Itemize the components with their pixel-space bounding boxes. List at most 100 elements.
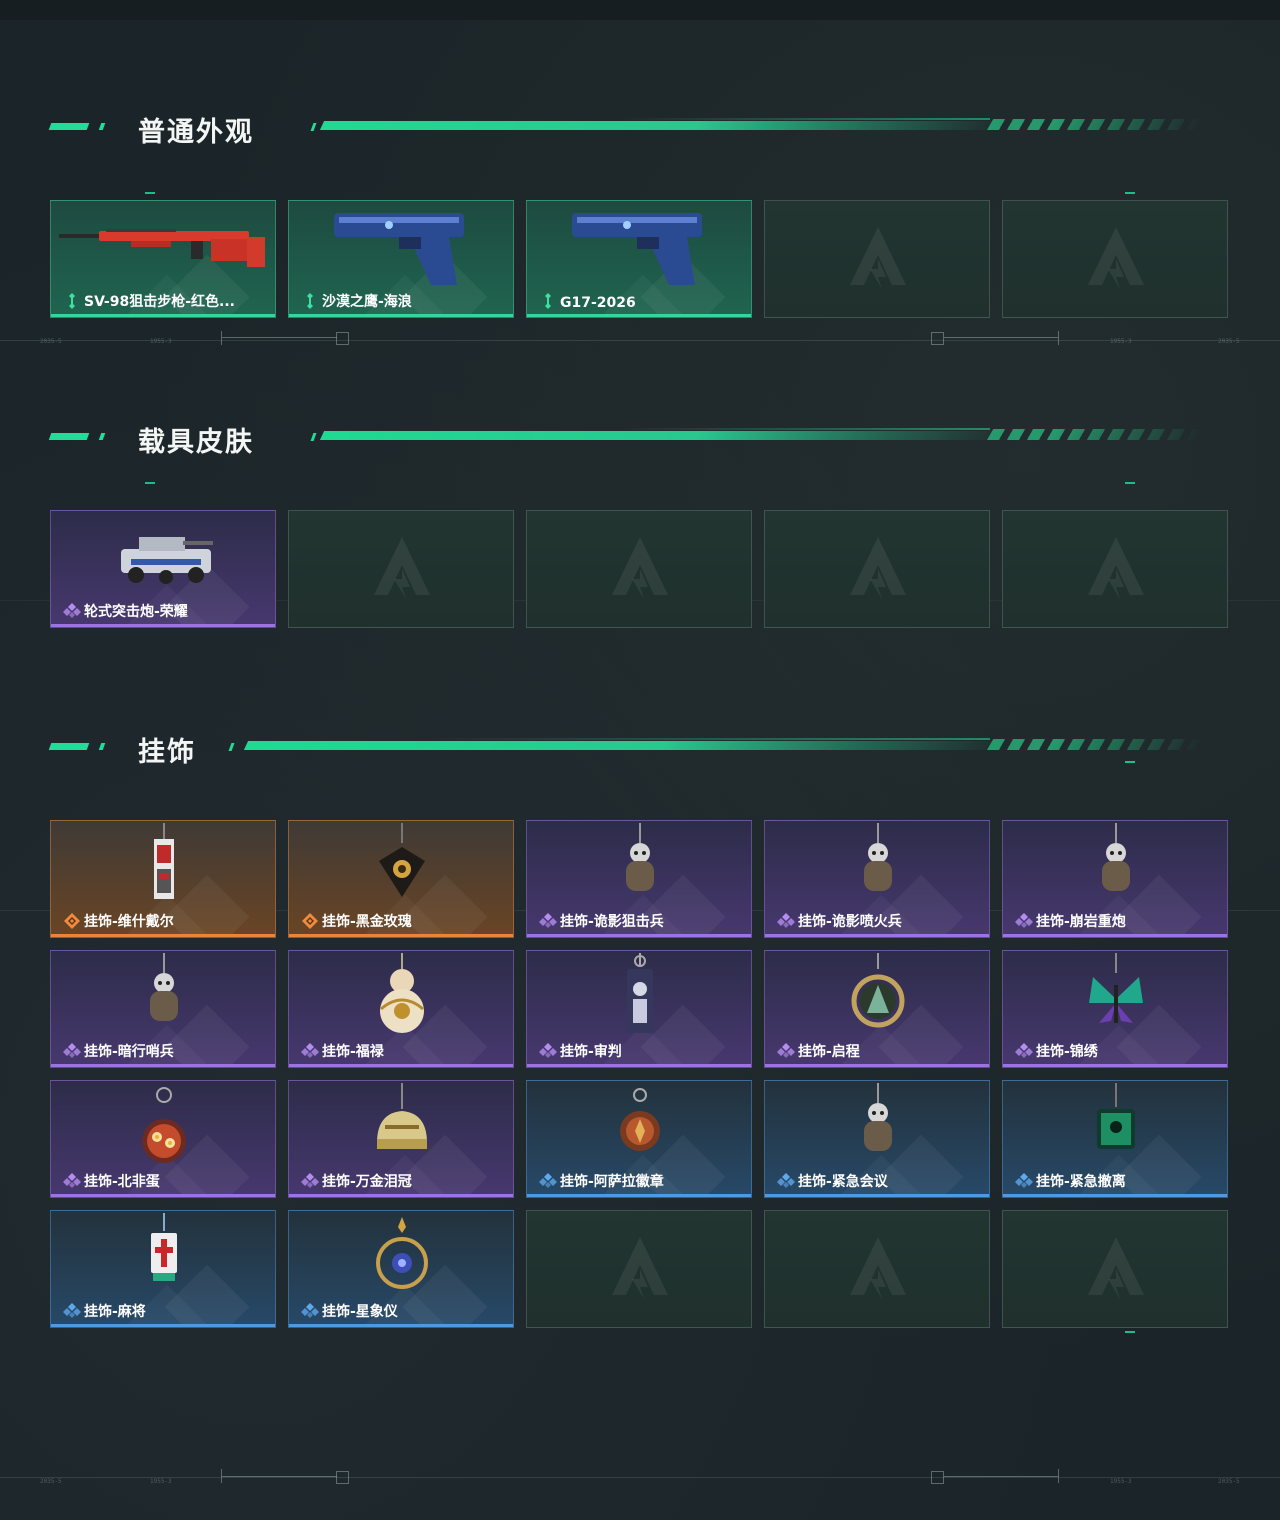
- header-accent: [98, 743, 106, 750]
- rarity-stripe: [51, 314, 275, 317]
- item-card[interactable]: 挂饰-紧急撤离: [1002, 1080, 1228, 1198]
- rarity-stripe: [765, 934, 989, 937]
- section-header: 载具皮肤: [0, 418, 1280, 458]
- header-accent: [98, 123, 106, 130]
- header-accent: [48, 123, 90, 130]
- item-name: 挂饰-诡影喷火兵: [798, 914, 902, 930]
- item-card[interactable]: 挂饰-锦绣: [1002, 950, 1228, 1068]
- empty-slot: [1002, 200, 1228, 318]
- item-name: 挂饰-紧急会议: [798, 1174, 888, 1190]
- item-name: 挂饰-紧急撤离: [1036, 1174, 1126, 1190]
- section-title: 挂饰: [138, 737, 196, 768]
- item-card[interactable]: 挂饰-崩岩重炮: [1002, 820, 1228, 938]
- coord-label: 1955-3: [150, 1478, 172, 1485]
- empty-slot: [764, 1210, 990, 1328]
- coord-label: 2035-5: [1218, 338, 1240, 345]
- empty-slot: [1002, 510, 1228, 628]
- coord-label: 2035-5: [40, 1478, 62, 1485]
- empty-slot: [764, 510, 990, 628]
- empty-slot: [1002, 1210, 1228, 1328]
- rarity-stripe: [289, 1324, 513, 1327]
- corner-marker: [1125, 1331, 1135, 1333]
- item-card[interactable]: 挂饰-紧急会议: [764, 1080, 990, 1198]
- item-card[interactable]: 挂饰-启程: [764, 950, 990, 1068]
- header-checker: [986, 739, 1204, 750]
- rarity-stripe: [289, 934, 513, 937]
- item-card[interactable]: 沙漠之鹰-海浪: [288, 200, 514, 318]
- item-card[interactable]: 挂饰-麻将: [50, 1210, 276, 1328]
- header-line: [319, 431, 1005, 440]
- item-name: 沙漠之鹰-海浪: [322, 294, 412, 310]
- coord-label: 2035-5: [40, 338, 62, 345]
- item-name: 挂饰-维什戴尔: [84, 914, 174, 930]
- empty-slot: [764, 200, 990, 318]
- coord-label: 1955-3: [1110, 338, 1132, 345]
- rarity-stripe: [527, 1194, 751, 1197]
- header-line: [243, 741, 1005, 750]
- header-accent: [228, 743, 235, 751]
- corner-marker: [145, 482, 155, 484]
- item-name: 挂饰-黑金玫瑰: [322, 914, 412, 930]
- item-name: G17-2026: [560, 295, 636, 311]
- section-header: 挂饰: [0, 728, 1280, 768]
- corner-marker: [1125, 192, 1135, 194]
- corner-marker: [1125, 482, 1135, 484]
- item-name: 挂饰-福禄: [322, 1044, 384, 1060]
- item-card[interactable]: 挂饰-诡影喷火兵: [764, 820, 990, 938]
- header-accent: [48, 433, 90, 440]
- rarity-stripe: [51, 624, 275, 627]
- item-name: 轮式突击炮-荣耀: [84, 604, 188, 620]
- item-name: SV-98狙击步枪-红色...: [84, 294, 235, 310]
- item-card[interactable]: SV-98狙击步枪-红色...: [50, 200, 276, 318]
- item-name: 挂饰-阿萨拉徽章: [560, 1174, 664, 1190]
- item-name: 挂饰-暗行哨兵: [84, 1044, 174, 1060]
- empty-slot: [288, 510, 514, 628]
- item-card[interactable]: 挂饰-北非蛋: [50, 1080, 276, 1198]
- header-checker: [986, 119, 1204, 130]
- header-accent: [48, 743, 90, 750]
- header-accent: [310, 433, 317, 441]
- item-card[interactable]: 挂饰-阿萨拉徽章: [526, 1080, 752, 1198]
- header-line: [620, 118, 990, 120]
- rarity-stripe: [289, 1194, 513, 1197]
- item-card[interactable]: G17-2026: [526, 200, 752, 318]
- item-card[interactable]: 挂饰-福禄: [288, 950, 514, 1068]
- rarity-stripe: [765, 1064, 989, 1067]
- header-line: [319, 121, 1005, 130]
- rarity-stripe: [527, 934, 751, 937]
- rarity-stripe: [289, 1064, 513, 1067]
- rarity-stripe: [1003, 1064, 1227, 1067]
- rarity-stripe: [1003, 934, 1227, 937]
- item-card[interactable]: 挂饰-审判: [526, 950, 752, 1068]
- rarity-stripe: [289, 314, 513, 317]
- empty-slot: [526, 510, 752, 628]
- item-name: 挂饰-麻将: [84, 1304, 146, 1320]
- rarity-stripe: [1003, 1194, 1227, 1197]
- item-card[interactable]: 挂饰-维什戴尔: [50, 820, 276, 938]
- header-accent: [98, 433, 106, 440]
- header-checker: [986, 429, 1204, 440]
- empty-slot: [526, 1210, 752, 1328]
- item-name: 挂饰-锦绣: [1036, 1044, 1098, 1060]
- item-card[interactable]: 挂饰-星象仪: [288, 1210, 514, 1328]
- item-card[interactable]: 挂饰-黑金玫瑰: [288, 820, 514, 938]
- section-title: 普通外观: [138, 117, 254, 148]
- item-card[interactable]: 挂饰-暗行哨兵: [50, 950, 276, 1068]
- section-title: 载具皮肤: [138, 427, 254, 458]
- header-line: [430, 738, 990, 740]
- item-name: 挂饰-崩岩重炮: [1036, 914, 1126, 930]
- rarity-stripe: [51, 1324, 275, 1327]
- rarity-stripe: [527, 314, 751, 317]
- rarity-stripe: [527, 1064, 751, 1067]
- item-card[interactable]: 轮式突击炮-荣耀: [50, 510, 276, 628]
- rarity-stripe: [51, 934, 275, 937]
- top-bar: [0, 0, 1280, 20]
- section-header: 普通外观: [0, 108, 1280, 148]
- item-name: 挂饰-审判: [560, 1044, 622, 1060]
- coord-label: 1955-3: [1110, 1478, 1132, 1485]
- item-card[interactable]: 挂饰-万金泪冠: [288, 1080, 514, 1198]
- header-accent: [310, 123, 317, 131]
- item-card[interactable]: 挂饰-诡影狙击兵: [526, 820, 752, 938]
- rarity-stripe: [765, 1194, 989, 1197]
- rarity-stripe: [51, 1064, 275, 1067]
